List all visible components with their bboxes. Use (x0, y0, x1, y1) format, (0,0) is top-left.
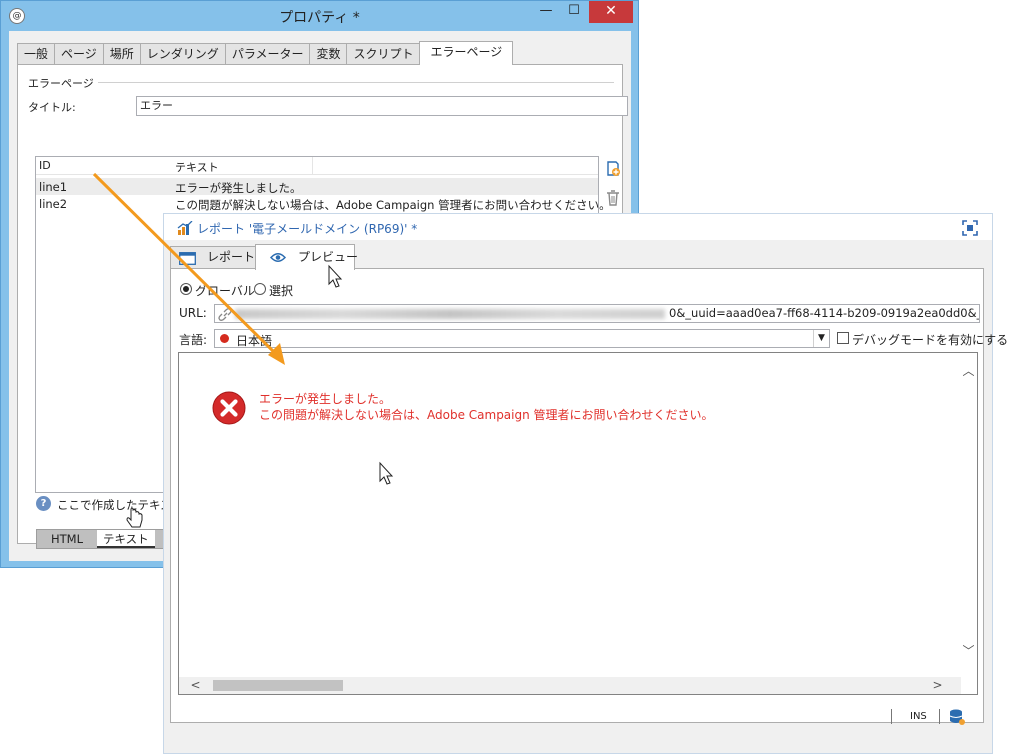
tab-preview[interactable]: プレビュー (255, 244, 359, 270)
link-icon (218, 308, 232, 321)
report-tab-icon (179, 252, 196, 265)
horizontal-scroll-thumb[interactable] (213, 680, 343, 691)
error-message-line2: この問題が解決しない場合は、Adobe Campaign 管理者にお問い合わせく… (259, 408, 714, 422)
properties-tab-strip: 一般 ページ 場所 レンダリング パラメーター 変数 スクリプト エラーページ (17, 41, 514, 65)
title-label: タイトル: (28, 101, 76, 114)
tab-parameters[interactable]: パラメーター (224, 43, 311, 65)
eye-icon (270, 253, 286, 262)
language-select[interactable]: 日本語 ▼ (214, 329, 830, 348)
column-header-id[interactable]: ID (39, 159, 51, 172)
status-bar: INS (164, 705, 992, 729)
preview-area[interactable]: エラーが発生しました。 この問題が解決しない場合は、Adobe Campaign… (178, 352, 978, 695)
insert-mode-indicator: INS (910, 711, 927, 722)
language-value: 日本語 (236, 334, 273, 348)
url-label: URL: (179, 306, 207, 320)
tab-page[interactable]: ページ (54, 43, 104, 65)
vertical-scrollbar[interactable]: ︿ ﹀ (960, 353, 977, 678)
tab-script[interactable]: スクリプト (346, 43, 421, 65)
row-id: line1 (39, 180, 68, 194)
tab-html[interactable]: HTML (37, 530, 97, 548)
error-icon (212, 391, 246, 425)
radio-select-label: 選択 (269, 284, 294, 298)
preview-panel: グローバル 選択 URL: 0&_uuid=aaad0ea7-ff68-4114… (170, 268, 1008, 723)
maximize-button[interactable]: ☐ (561, 1, 587, 23)
report-header: レポート '電子メールドメイン (RP69)' * (164, 214, 992, 240)
japan-flag-icon (220, 334, 229, 343)
list-item[interactable]: line1 エラーが発生しました。 (36, 178, 598, 195)
status-separator (939, 709, 940, 724)
tab-preview-label: プレビュー (298, 250, 359, 264)
report-window: レポート '電子メールドメイン (RP69)' * レポート プレビュー グロー… (163, 213, 1008, 754)
tab-general[interactable]: 一般 (17, 43, 56, 65)
scroll-left-icon[interactable]: < (187, 677, 204, 694)
radio-select[interactable] (254, 283, 266, 295)
scroll-up-icon[interactable]: ︿ (960, 363, 977, 380)
tab-report-label: レポート (207, 250, 256, 264)
row-text: エラーが発生しました。 (175, 181, 302, 195)
scroll-right-icon[interactable]: > (929, 677, 946, 694)
column-header-text[interactable]: テキスト (175, 159, 219, 175)
language-label: 言語: (179, 333, 208, 347)
group-title: エラーページ (28, 75, 98, 91)
status-separator (891, 709, 892, 724)
database-icon[interactable] (949, 709, 965, 725)
tab-report[interactable]: レポート (170, 246, 256, 269)
tab-error-page[interactable]: エラーページ (419, 41, 514, 65)
radio-global[interactable] (180, 283, 192, 295)
url-text: 0&_uuid=aaad0ea7-ff68-4114-b209-0919a2ea… (669, 306, 980, 320)
trash-icon[interactable] (606, 189, 620, 207)
group-divider (98, 82, 614, 83)
title-input[interactable]: エラー (136, 96, 628, 116)
debug-mode-label: デバッグモードを有効にする (852, 333, 1009, 347)
scroll-down-icon[interactable]: ﹀ (960, 643, 977, 660)
tab-text[interactable]: テキスト (97, 530, 155, 548)
format-tab-strip: HTML テキスト (36, 529, 176, 549)
add-line-icon[interactable] (604, 160, 622, 178)
expand-icon[interactable] (962, 220, 978, 236)
report-window-title: レポート '電子メールドメイン (RP69)' * (197, 222, 418, 236)
chevron-down-icon[interactable]: ▼ (813, 330, 829, 347)
tab-location[interactable]: 場所 (102, 43, 141, 65)
error-message-line1: エラーが発生しました。 (259, 392, 392, 406)
horizontal-scrollbar[interactable]: < > (179, 677, 961, 694)
report-chart-icon (177, 220, 193, 235)
properties-title-bar[interactable]: @ プロパティ * — ☐ ✕ (1, 1, 638, 31)
debug-mode-checkbox[interactable] (837, 332, 849, 344)
minimize-button[interactable]: — (533, 1, 559, 23)
close-button[interactable]: ✕ (589, 1, 633, 23)
tab-variables[interactable]: 変数 (309, 43, 348, 65)
list-item[interactable]: line2 この問題が解決しない場合は、Adobe Campaign 管理者にお… (36, 195, 611, 212)
row-id: line2 (39, 197, 68, 211)
url-blurred-part (235, 309, 665, 319)
row-text: この問題が解決しない場合は、Adobe Campaign 管理者にお問い合わせく… (175, 198, 611, 212)
radio-global-label: グローバル (195, 284, 255, 298)
column-separator (312, 157, 313, 175)
tab-rendering[interactable]: レンダリング (139, 43, 226, 65)
help-icon: ? (36, 496, 51, 511)
list-header: ID テキスト (36, 157, 598, 175)
url-field[interactable]: 0&_uuid=aaad0ea7-ff68-4114-b209-0919a2ea… (214, 304, 980, 323)
